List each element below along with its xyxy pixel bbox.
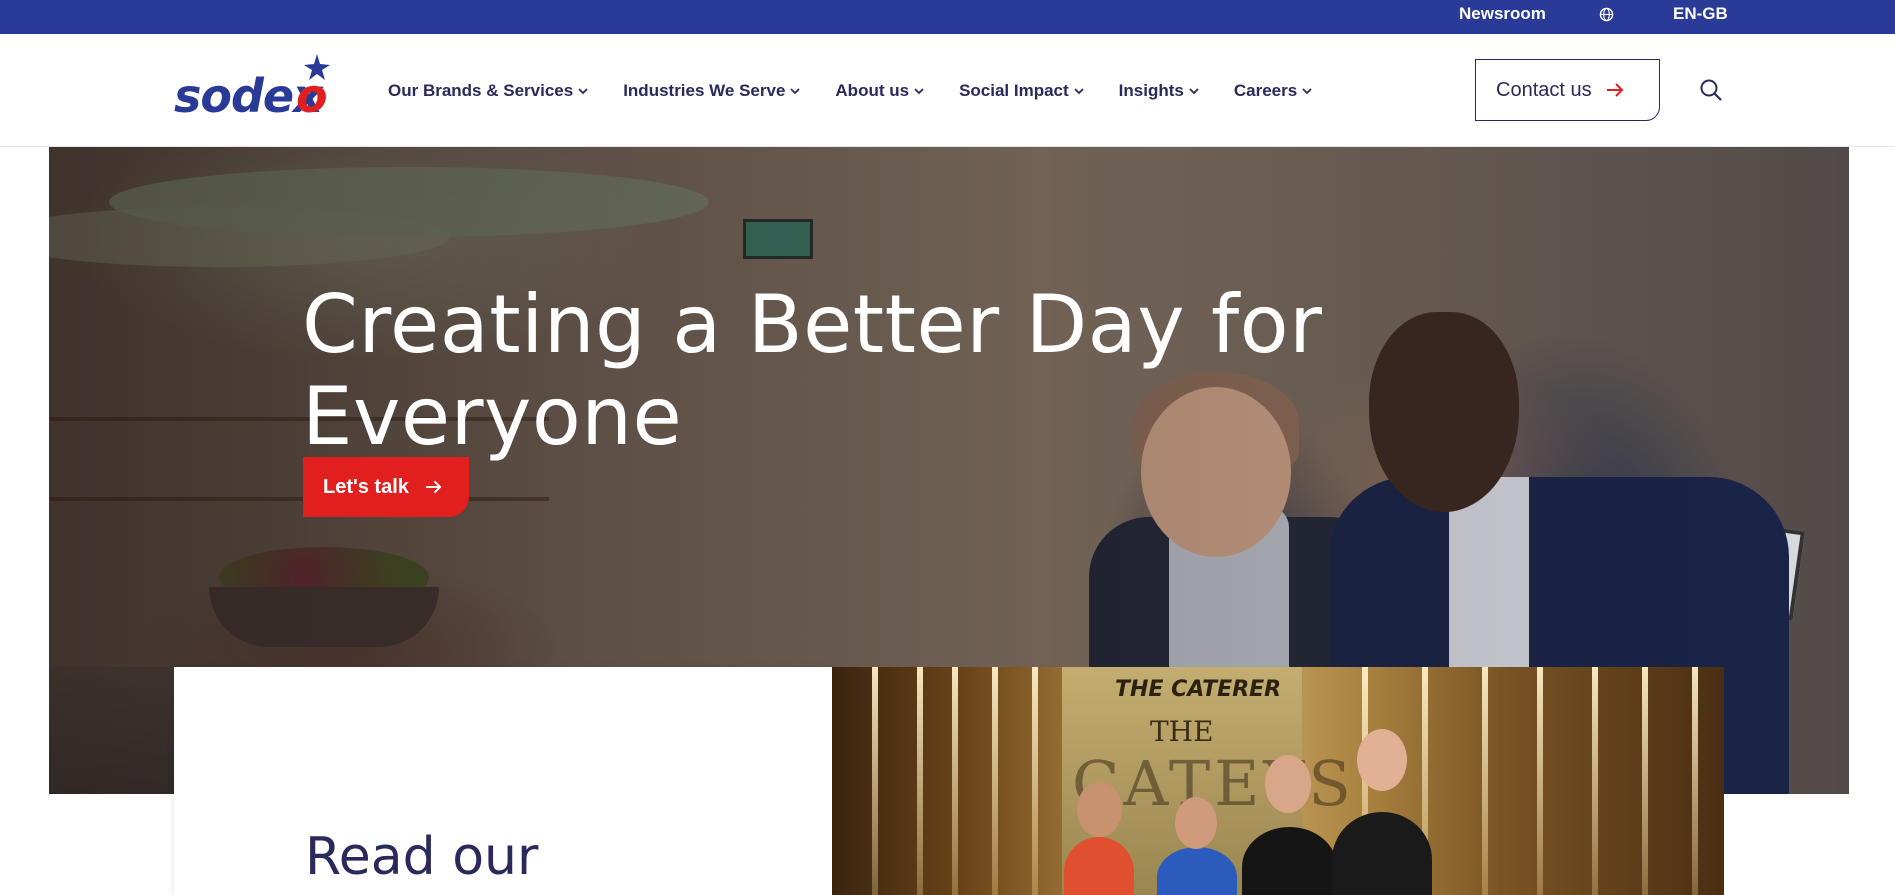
nav-industries[interactable]: Industries We Serve: [623, 80, 801, 101]
search-icon[interactable]: [1699, 78, 1723, 102]
utility-bar: Newsroom EN-GB: [0, 0, 1895, 34]
hero-title: Creating a Better Day for Everyone: [302, 279, 1402, 463]
feature-card: Read our: [174, 667, 832, 895]
hero-title-line2: Everyone: [302, 370, 683, 463]
award-person: [1265, 755, 1311, 813]
arrow-right-icon: [1606, 83, 1624, 97]
nav-careers[interactable]: Careers: [1234, 81, 1312, 101]
lets-talk-label: Let's talk: [323, 475, 409, 498]
lets-talk-button[interactable]: Let's talk: [303, 457, 469, 517]
chevron-down-icon: [1074, 87, 1084, 94]
cateys-sign-top: THE: [1150, 715, 1214, 748]
chevron-down-icon: [1189, 87, 1199, 94]
feature-image-detail: [1592, 667, 1598, 895]
chevron-down-icon: [914, 87, 924, 94]
nav-about-us[interactable]: About us: [835, 81, 924, 101]
feature-image-detail: [917, 667, 923, 895]
caterer-sign: THE CATERER: [1115, 677, 1282, 702]
nav-label: Social Impact: [959, 80, 1069, 100]
feature-image-detail: [952, 667, 958, 895]
award-person: [1357, 729, 1407, 791]
nav-insights[interactable]: Insights: [1119, 81, 1199, 101]
feature-image-detail: [992, 667, 998, 895]
feature-image: THE CATERER THE CATEYS: [832, 667, 1724, 895]
nav-label: Industries We Serve: [623, 80, 786, 100]
award-person: [1175, 797, 1217, 849]
feature-image-detail: [1642, 667, 1648, 895]
chevron-down-icon: [790, 87, 801, 94]
feature-heading: Read our: [305, 827, 539, 887]
nav-brands-services[interactable]: Our Brands & Services: [388, 81, 588, 101]
nav-label: About us: [835, 80, 910, 100]
nav-social-impact[interactable]: Social Impact: [959, 81, 1084, 101]
feature-image-detail: [1692, 667, 1698, 895]
feature-image-detail: [1032, 667, 1038, 895]
hero-title-line1: Creating a Better Day for: [302, 278, 1323, 371]
nav-label: Careers: [1233, 80, 1298, 100]
feature-image-detail: [872, 667, 878, 895]
chevron-down-icon: [578, 87, 588, 94]
globe-icon[interactable]: [1599, 7, 1614, 22]
language-selector[interactable]: EN-GB: [1673, 0, 1728, 28]
contact-us-label: Contact us: [1496, 78, 1592, 101]
award-person: [1332, 812, 1432, 895]
feature-image-detail: [1482, 667, 1488, 895]
nav-label: Insights: [1118, 80, 1184, 100]
nav-label: Our Brands & Services: [388, 80, 574, 100]
chevron-down-icon: [1302, 87, 1312, 94]
main-nav: Our Brands & Services Industries We Serv…: [388, 34, 1347, 147]
main-header: sodex o Our Brands & Services Industries…: [0, 34, 1895, 147]
feature-image-detail: [1537, 667, 1543, 895]
contact-us-button[interactable]: Contact us: [1475, 59, 1660, 121]
newsroom-link[interactable]: Newsroom: [1459, 0, 1546, 28]
arrow-right-icon: [425, 480, 442, 494]
award-person: [1242, 827, 1337, 895]
award-person: [1077, 782, 1122, 837]
sodexo-logo[interactable]: sodex o: [174, 52, 340, 124]
